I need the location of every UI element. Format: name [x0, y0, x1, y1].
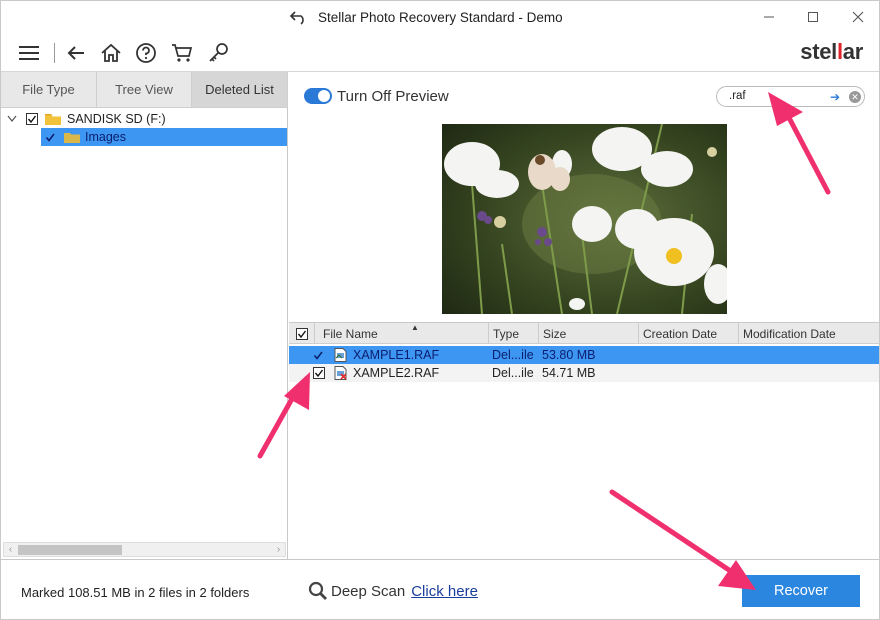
image-preview — [442, 124, 727, 314]
column-creation-date[interactable]: Creation Date — [639, 323, 739, 344]
search-clear-icon[interactable]: ✕ — [849, 91, 861, 103]
row-checkbox[interactable] — [313, 364, 325, 382]
table-row[interactable]: XAMPLE2.RAF Del...ile 54.71 MB — [289, 364, 879, 382]
toggle-knob — [318, 90, 330, 102]
toolbar: stellar — [1, 34, 879, 72]
column-file-name[interactable]: File Name ▲ — [315, 323, 489, 344]
column-type[interactable]: Type — [489, 323, 539, 344]
file-name-cell: XAMPLE1.RAF — [353, 348, 440, 362]
tree-item-images[interactable]: Images — [41, 128, 287, 146]
raf-file-icon — [334, 346, 347, 364]
tree-checkmark-images[interactable] — [45, 132, 56, 143]
help-icon[interactable] — [134, 41, 158, 65]
horizontal-scrollbar[interactable]: ‹ › — [3, 542, 286, 557]
status-bar: Marked 108.51 MB in 2 files in 2 folders… — [1, 559, 879, 619]
sort-ascending-icon: ▲ — [411, 323, 419, 332]
stellar-logo: stellar — [800, 39, 863, 64]
table-row[interactable]: XAMPLE1.RAF Del...ile 53.80 MB — [289, 346, 879, 364]
column-size[interactable]: Size — [539, 323, 639, 344]
home-icon[interactable] — [99, 41, 123, 65]
row-checkmark[interactable] — [313, 346, 324, 364]
right-pane: Turn Off Preview .raf ➔ ✕ File Name ▲ Ty… — [289, 72, 879, 559]
file-type-cell: Del...ile — [492, 366, 534, 380]
tab-deleted-list[interactable]: Deleted List — [192, 72, 288, 108]
tree-item-sandisk[interactable]: SANDISK SD (F:) — [7, 110, 277, 128]
raf-file-deleted-icon — [334, 364, 347, 382]
tree-checkbox-sandisk[interactable] — [26, 113, 38, 125]
preview-toggle[interactable] — [304, 88, 332, 104]
maximize-icon — [807, 11, 819, 23]
close-icon — [852, 11, 864, 23]
tree-label-sandisk: SANDISK SD (F:) — [67, 112, 166, 126]
file-size-cell: 54.71 MB — [542, 366, 596, 380]
tab-tree-view[interactable]: Tree View — [97, 72, 192, 108]
left-pane: File Type Tree View Deleted List SANDISK… — [1, 72, 288, 559]
search-value: .raf — [729, 90, 746, 102]
file-list-header: File Name ▲ Type Size Creation Date Modi… — [289, 323, 879, 344]
select-all-column[interactable] — [289, 323, 315, 344]
preview-toggle-label: Turn Off Preview — [337, 88, 449, 105]
file-name-cell: XAMPLE2.RAF — [353, 366, 440, 380]
file-size-cell: 53.80 MB — [542, 348, 596, 362]
search-go-arrow-icon[interactable]: ➔ — [830, 90, 840, 104]
scroll-left-icon[interactable]: ‹ — [4, 543, 17, 556]
minimize-button[interactable] — [754, 5, 784, 29]
deep-scan-group: Deep Scan Click here — [308, 581, 478, 601]
file-type-cell: Del...ile — [492, 348, 534, 362]
folder-icon — [64, 131, 80, 143]
toolbar-divider — [54, 43, 55, 63]
view-tabs: File Type Tree View Deleted List — [1, 72, 288, 108]
marked-status-text: Marked 108.51 MB in 2 files in 2 folders — [21, 585, 250, 600]
scrollbar-thumb[interactable] — [18, 545, 122, 555]
tab-file-type[interactable]: File Type — [1, 72, 97, 108]
column-modification-date[interactable]: Modification Date — [739, 323, 879, 344]
search-input[interactable]: .raf ➔ ✕ — [716, 86, 865, 107]
undo-icon — [289, 9, 309, 25]
cart-icon[interactable] — [170, 41, 194, 65]
scroll-right-icon[interactable]: › — [272, 543, 285, 556]
file-list: File Name ▲ Type Size Creation Date Modi… — [289, 322, 879, 559]
key-icon[interactable] — [206, 41, 230, 65]
deep-scan-label: Deep Scan — [331, 582, 406, 600]
deep-scan-link[interactable]: Click here — [411, 583, 478, 600]
app-window: Stellar Photo Recovery Standard - Demo s… — [0, 0, 880, 620]
minimize-icon — [763, 11, 775, 23]
title-bar: Stellar Photo Recovery Standard - Demo — [1, 1, 879, 34]
window-title: Stellar Photo Recovery Standard - Demo — [318, 10, 563, 25]
collapse-chevron-icon[interactable] — [7, 115, 19, 123]
folder-icon — [45, 113, 61, 125]
tree-label-images: Images — [85, 130, 126, 144]
maximize-button[interactable] — [798, 5, 828, 29]
select-all-checkbox[interactable] — [295, 327, 308, 340]
recover-button[interactable]: Recover — [742, 575, 860, 607]
magnifier-icon — [308, 581, 328, 601]
back-arrow-icon[interactable] — [64, 41, 88, 65]
close-button[interactable] — [843, 5, 873, 29]
menu-icon[interactable] — [17, 41, 41, 65]
